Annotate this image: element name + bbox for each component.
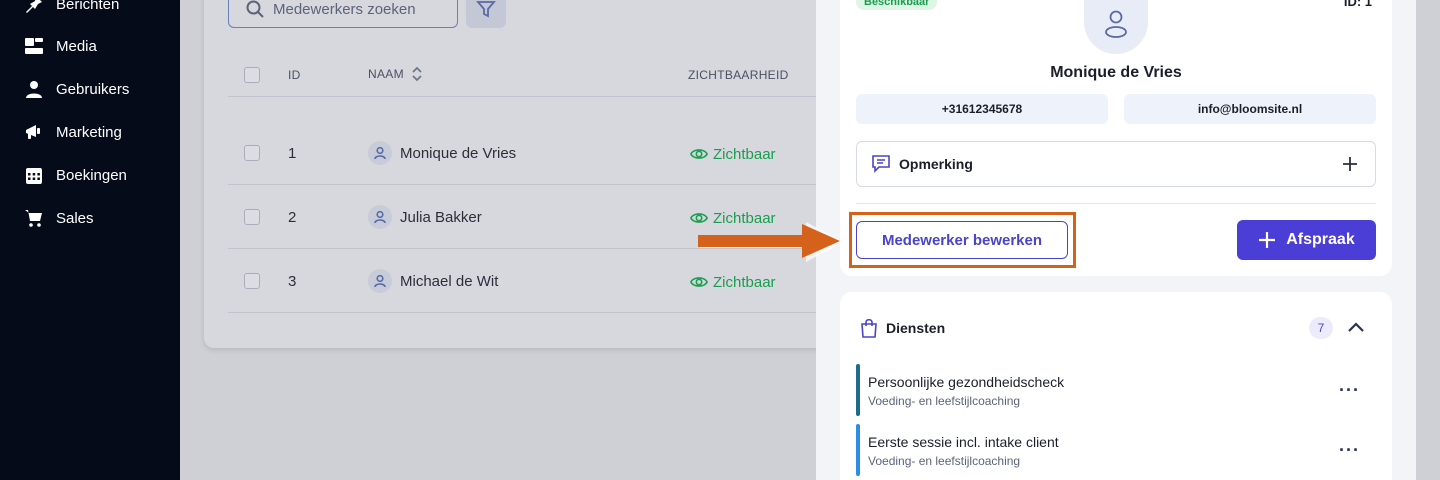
filter-icon (476, 1, 496, 18)
user-icon (26, 81, 42, 98)
column-header-id[interactable]: ID (288, 68, 301, 82)
chevron-up-icon (1348, 322, 1364, 332)
sidebar-item-label: Berichten (56, 0, 120, 13)
sidebar-item-label: Media (56, 37, 97, 55)
user-icon (374, 210, 386, 224)
more-icon[interactable]: ··· (1339, 380, 1360, 401)
phone-pill[interactable]: +31612345678 (856, 94, 1108, 124)
more-icon[interactable]: ··· (1339, 440, 1360, 461)
row-checkbox[interactable] (244, 273, 260, 289)
search-input[interactable]: Medewerkers zoeken (228, 0, 458, 28)
user-icon (374, 146, 386, 160)
column-header-visibility[interactable]: ZICHTBAARHEID (688, 68, 789, 82)
row-name-label: Monique de Vries (400, 144, 517, 162)
calendar-icon (26, 168, 42, 184)
eye-icon (690, 149, 708, 159)
employee-detail-panel: Beschikbaar ID: 1 Monique de Vries +3161… (816, 0, 1416, 480)
table-row-name[interactable]: Julia Bakker (368, 205, 482, 229)
service-title: Persoonlijke gezondheidscheck (868, 374, 1065, 390)
email-pill[interactable]: info@bloomsite.nl (1124, 94, 1376, 124)
row-name-label: Michael de Wit (400, 272, 499, 290)
row-id: 2 (288, 209, 297, 226)
service-subtitle: Voeding- en leefstijlcoaching (868, 394, 1021, 408)
row-checkbox[interactable] (244, 145, 260, 161)
search-icon (246, 0, 264, 18)
avatar (368, 205, 392, 229)
services-count-badge: 7 (1309, 317, 1333, 339)
employees-card (204, 0, 904, 348)
annotation-arrow-icon (698, 222, 844, 262)
media-icon (25, 38, 43, 54)
sort-icon (412, 66, 422, 82)
note-section[interactable]: Opmerking (856, 141, 1376, 187)
avatar (368, 269, 392, 293)
service-color-bar (856, 424, 860, 476)
sidebar-item-label: Sales (56, 209, 94, 227)
search-placeholder: Medewerkers zoeken (273, 0, 416, 18)
plus-icon[interactable] (1341, 155, 1359, 176)
sidebar-item-media[interactable]: Media (24, 34, 97, 58)
sidebar-item-berichten[interactable]: Berichten (24, 0, 119, 16)
note-label: Opmerking (899, 156, 973, 172)
divider (856, 203, 1376, 204)
plus-icon (1259, 232, 1276, 248)
sidebar-item-gebruikers[interactable]: Gebruikers (24, 77, 129, 101)
avatar (368, 141, 392, 165)
header-divider (228, 96, 904, 97)
employee-name: Monique de Vries (1050, 64, 1182, 81)
sidebar-item-boekingen[interactable]: Boekingen (24, 163, 127, 187)
visibility-label: Zichtbaar (713, 145, 776, 163)
collapse-button[interactable] (1346, 318, 1366, 343)
select-all-checkbox[interactable] (244, 67, 260, 83)
services-header[interactable]: Diensten (860, 318, 945, 338)
add-appointment-button[interactable]: Afspraak (1237, 220, 1376, 260)
sidebar-item-label: Boekingen (56, 166, 127, 184)
service-color-bar (856, 364, 860, 416)
user-icon (374, 274, 386, 288)
visibility-status: Zichtbaar (690, 273, 776, 291)
column-header-name[interactable]: NAAM (368, 66, 424, 82)
employee-id: ID: 1 (1343, 0, 1372, 9)
row-divider (228, 184, 904, 185)
visibility-status: Zichtbaar (690, 145, 776, 163)
cart-icon (25, 210, 42, 227)
sidebar-item-label: Marketing (56, 123, 122, 141)
appointment-label: Afspraak (1286, 231, 1355, 248)
row-name-label: Julia Bakker (400, 208, 482, 226)
service-subtitle: Voeding- en leefstijlcoaching (868, 454, 1021, 468)
user-icon (1105, 10, 1127, 38)
row-checkbox[interactable] (244, 209, 260, 225)
row-id: 1 (288, 145, 297, 162)
eye-icon (690, 277, 708, 287)
row-divider (228, 312, 904, 313)
sidebar: Berichten Media Gebruikers Marketing Boe… (0, 0, 180, 480)
sidebar-item-sales[interactable]: Sales (24, 206, 94, 230)
sidebar-item-label: Gebruikers (56, 80, 130, 98)
table-row-name[interactable]: Michael de Wit (368, 269, 498, 293)
row-id: 3 (288, 273, 297, 290)
service-item[interactable]: Persoonlijke gezondheidscheck Voeding- e… (856, 364, 1376, 416)
chat-icon (871, 153, 891, 176)
services-title: Diensten (886, 320, 946, 336)
pin-icon (26, 0, 42, 13)
megaphone-icon (26, 125, 40, 139)
table-row-name[interactable]: Monique de Vries (368, 141, 516, 165)
shopping-bag-icon (861, 318, 877, 338)
service-title: Eerste sessie incl. intake client (868, 434, 1059, 450)
column-header-name-label: NAAM (368, 67, 404, 81)
highlight-box (849, 212, 1076, 268)
filter-button[interactable] (466, 0, 506, 28)
status-badge: Beschikbaar (856, 0, 938, 10)
service-item[interactable]: Eerste sessie incl. intake client Voedin… (856, 424, 1376, 476)
visibility-label: Zichtbaar (713, 273, 776, 291)
sidebar-item-marketing[interactable]: Marketing (24, 120, 122, 144)
